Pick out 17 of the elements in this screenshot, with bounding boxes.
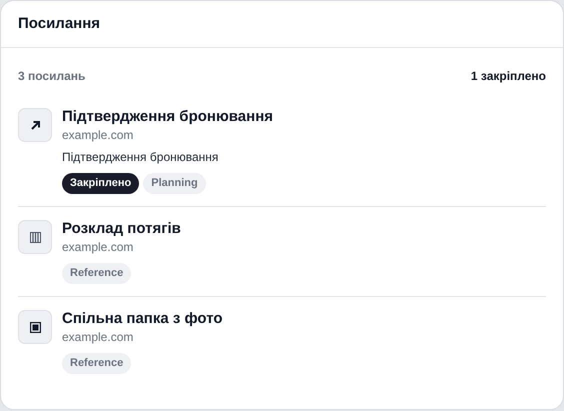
pinned-count: 1 закріплено bbox=[470, 68, 546, 85]
panel-title: Посилання bbox=[18, 14, 100, 34]
arrow-icon bbox=[30, 120, 40, 130]
category-tag: Reference bbox=[62, 353, 132, 374]
category-tag: Reference bbox=[62, 263, 132, 284]
link-title[interactable]: Розклад потягів bbox=[62, 219, 181, 239]
link-url: example.com bbox=[62, 329, 134, 345]
link-url: example.com bbox=[62, 127, 134, 143]
link-url: example.com bbox=[62, 239, 134, 255]
link-description: Підтвердження бронювання bbox=[62, 149, 220, 165]
link-count: 3 посилань bbox=[18, 68, 86, 85]
category-tag: Planning bbox=[143, 173, 206, 194]
square-icon bbox=[30, 322, 40, 332]
bars-icon bbox=[30, 232, 40, 242]
pinned-tag: Закріплено bbox=[62, 173, 140, 194]
link-title[interactable]: Спільна папка з фото bbox=[62, 309, 223, 329]
link-title[interactable]: Підтвердження бронювання bbox=[62, 107, 274, 127]
